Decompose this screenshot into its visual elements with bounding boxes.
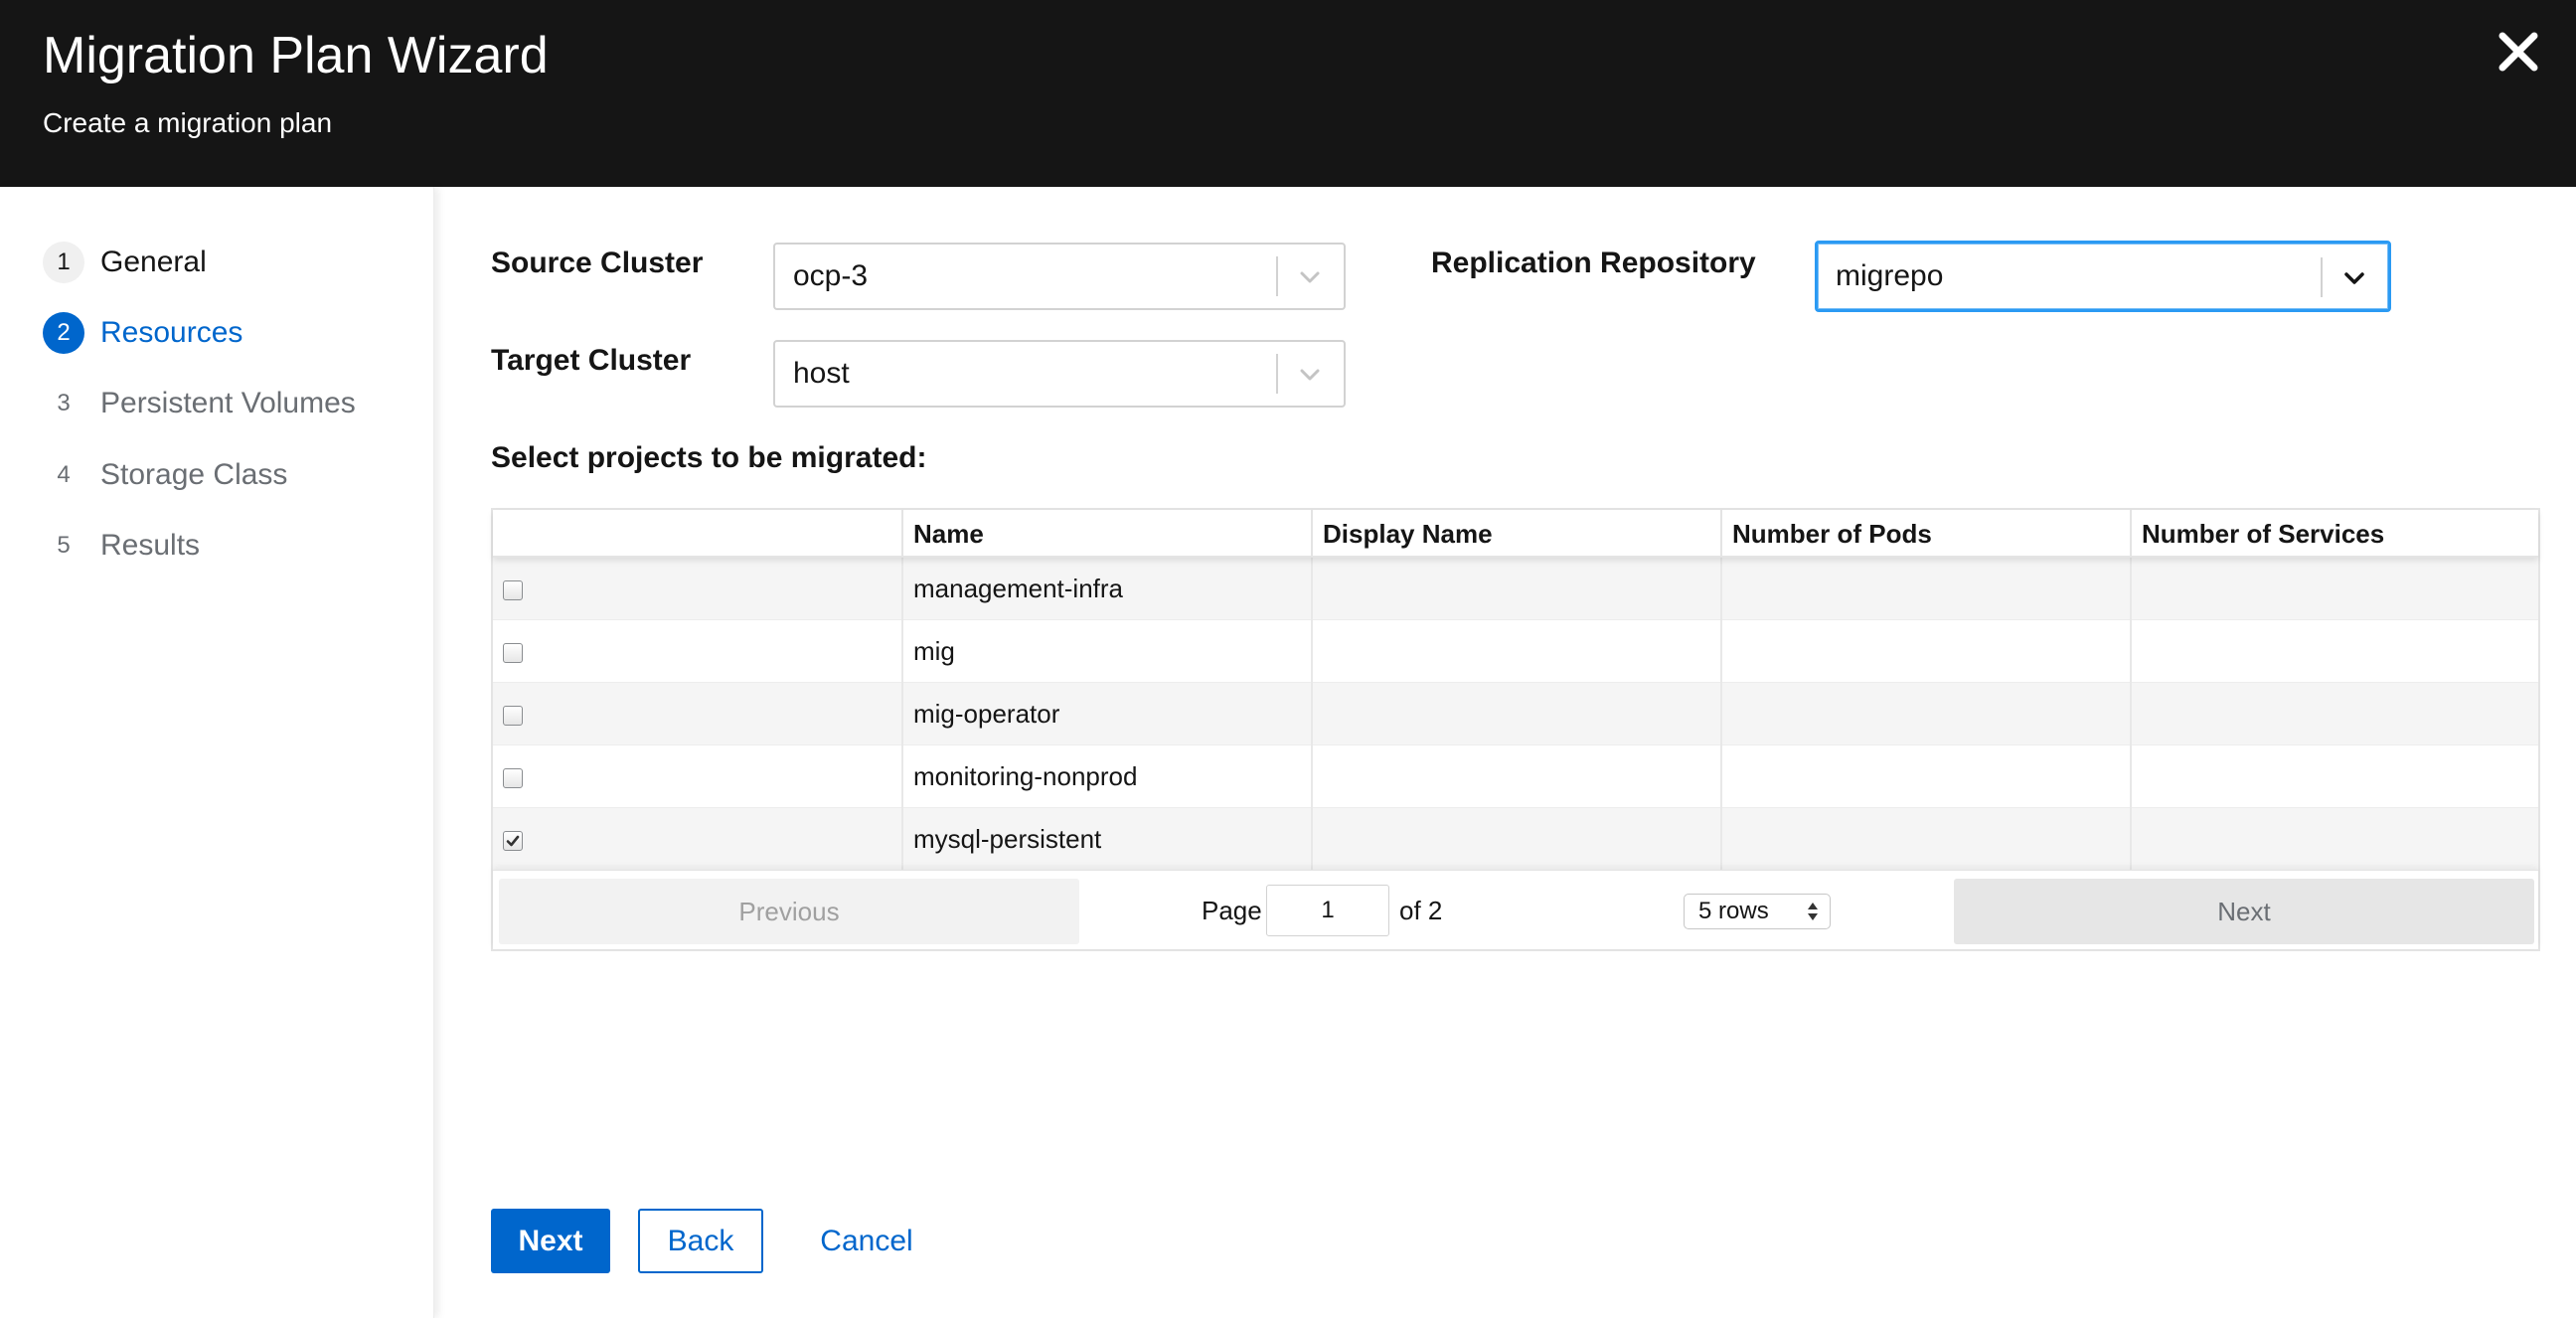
select-divider — [2321, 257, 2323, 297]
checkmark-icon — [506, 835, 520, 847]
replication-repository-value: migrepo — [1836, 259, 1944, 292]
source-cluster-value: ocp-3 — [793, 259, 869, 292]
step-label: Resources — [100, 316, 243, 349]
column-header-name[interactable]: Name — [901, 510, 1311, 558]
table-row[interactable]: monitoring-nonprod — [493, 745, 2538, 808]
rows-per-page-value: 5 rows — [1698, 898, 1769, 924]
column-header-display-name[interactable]: Display Name — [1311, 510, 1720, 558]
step-number: 2 — [43, 312, 84, 354]
chevron-down-icon — [1294, 262, 1326, 292]
replication-repository-select[interactable]: migrepo — [1815, 241, 2391, 312]
table-header: Name Display Name Number of Pods Number … — [493, 510, 2538, 558]
project-name: management-infra — [913, 574, 1123, 603]
step-number: 4 — [57, 461, 71, 488]
column-header-pods[interactable]: Number of Pods — [1720, 510, 2130, 558]
source-cluster-label: Source Cluster — [491, 247, 704, 279]
nav-step-general[interactable]: 1 General — [43, 241, 207, 284]
projects-table: Name Display Name Number of Pods Number … — [491, 508, 2540, 951]
table-row[interactable]: mysql-persistent — [493, 808, 2538, 871]
step-label: Persistent Volumes — [100, 387, 356, 419]
row-checkbox[interactable] — [503, 768, 523, 788]
select-divider — [1276, 354, 1278, 394]
target-cluster-label: Target Cluster — [491, 344, 692, 377]
column-header-select — [493, 510, 901, 558]
project-name: mysql-persistent — [913, 824, 1102, 854]
next-button[interactable]: Next — [491, 1209, 610, 1273]
column-header-services[interactable]: Number of Services — [2130, 510, 2538, 558]
back-button[interactable]: Back — [638, 1209, 763, 1273]
table-row[interactable]: management-infra — [493, 558, 2538, 620]
step-label: Results — [100, 529, 201, 562]
sort-arrows-icon — [1806, 901, 1820, 922]
source-cluster-select[interactable]: ocp-3 — [773, 243, 1346, 310]
project-name: monitoring-nonprod — [913, 761, 1138, 791]
close-button[interactable] — [2491, 24, 2546, 80]
project-name: mig — [913, 636, 955, 666]
nav-step-resources[interactable]: 2 Resources — [43, 311, 242, 355]
target-cluster-value: host — [793, 357, 850, 390]
table-row[interactable]: mig — [493, 620, 2538, 683]
close-icon — [2498, 32, 2538, 72]
step-number: 1 — [43, 242, 84, 283]
project-name: mig-operator — [913, 699, 1060, 729]
row-checkbox[interactable] — [503, 643, 523, 663]
next-page-button[interactable]: Next — [1954, 879, 2534, 944]
row-checkbox[interactable] — [503, 706, 523, 726]
nav-step-persistent-volumes: 3 Persistent Volumes — [43, 382, 356, 425]
page-label: Page — [1202, 896, 1262, 925]
rows-per-page-select[interactable]: 5 rows — [1684, 894, 1831, 929]
wizard-nav: 1 General 2 Resources 3 Persistent Volum… — [0, 187, 434, 1318]
chevron-down-icon — [2338, 263, 2370, 293]
wizard-subtitle: Create a migration plan — [43, 107, 333, 138]
nav-step-storage-class: 4 Storage Class — [43, 453, 287, 497]
target-cluster-select[interactable]: host — [773, 340, 1346, 408]
step-label: Storage Class — [100, 458, 288, 491]
previous-page-button[interactable]: Previous — [499, 879, 1079, 944]
row-checkbox-checked[interactable] — [503, 831, 523, 851]
cancel-button[interactable]: Cancel — [799, 1209, 934, 1273]
wizard-title: Migration Plan Wizard — [43, 27, 549, 84]
step-number: 5 — [57, 532, 71, 559]
table-pagination: Previous Page 1 of 2 5 rows Next — [493, 870, 2538, 949]
projects-section-title: Select projects to be migrated: — [491, 441, 927, 474]
replication-repository-label: Replication Repository — [1431, 247, 1756, 279]
row-checkbox[interactable] — [503, 580, 523, 600]
table-row[interactable]: mig-operator — [493, 683, 2538, 745]
step-number: 3 — [57, 390, 71, 416]
chevron-down-icon — [1294, 360, 1326, 390]
wizard-header: Migration Plan Wizard Create a migration… — [0, 0, 2576, 187]
select-divider — [1276, 256, 1278, 296]
page-total-label: of 2 — [1399, 896, 1443, 925]
page-number-input[interactable]: 1 — [1266, 885, 1389, 936]
step-label: General — [100, 246, 207, 278]
nav-step-results: 5 Results — [43, 524, 200, 568]
